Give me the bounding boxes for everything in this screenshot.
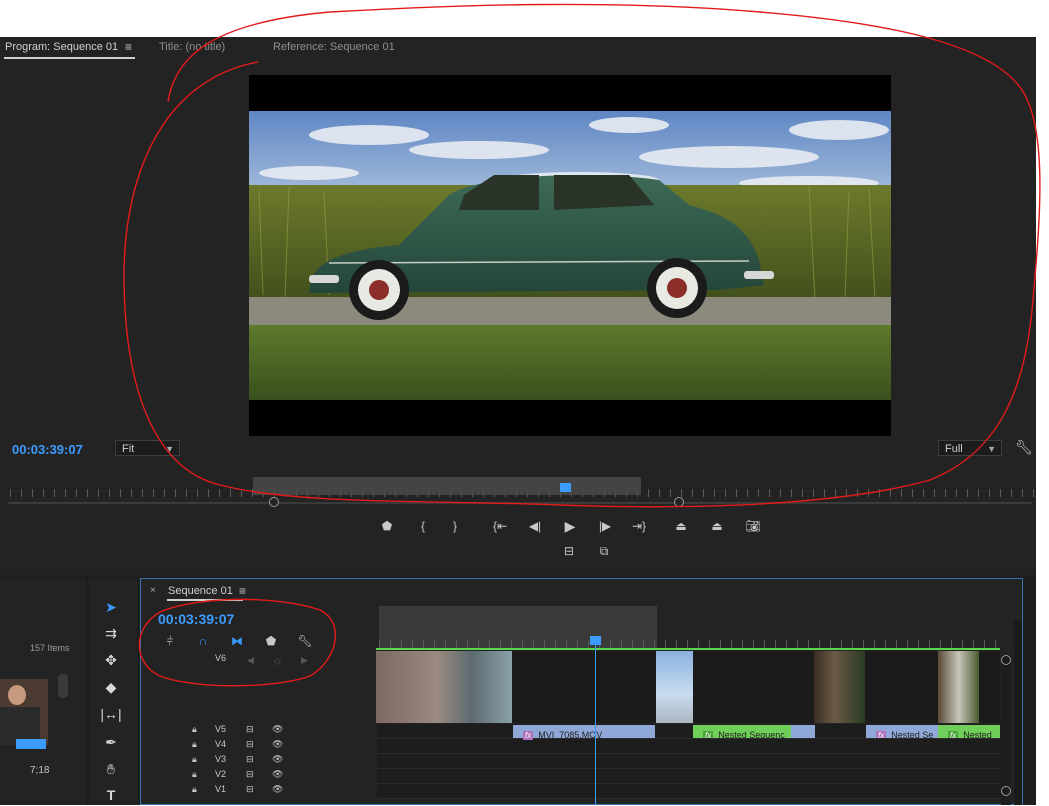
red-annotation-overlay (123, 3, 1041, 687)
annotation-circle-monitor (123, 3, 1041, 508)
annotation-circle-timecode (138, 598, 337, 687)
